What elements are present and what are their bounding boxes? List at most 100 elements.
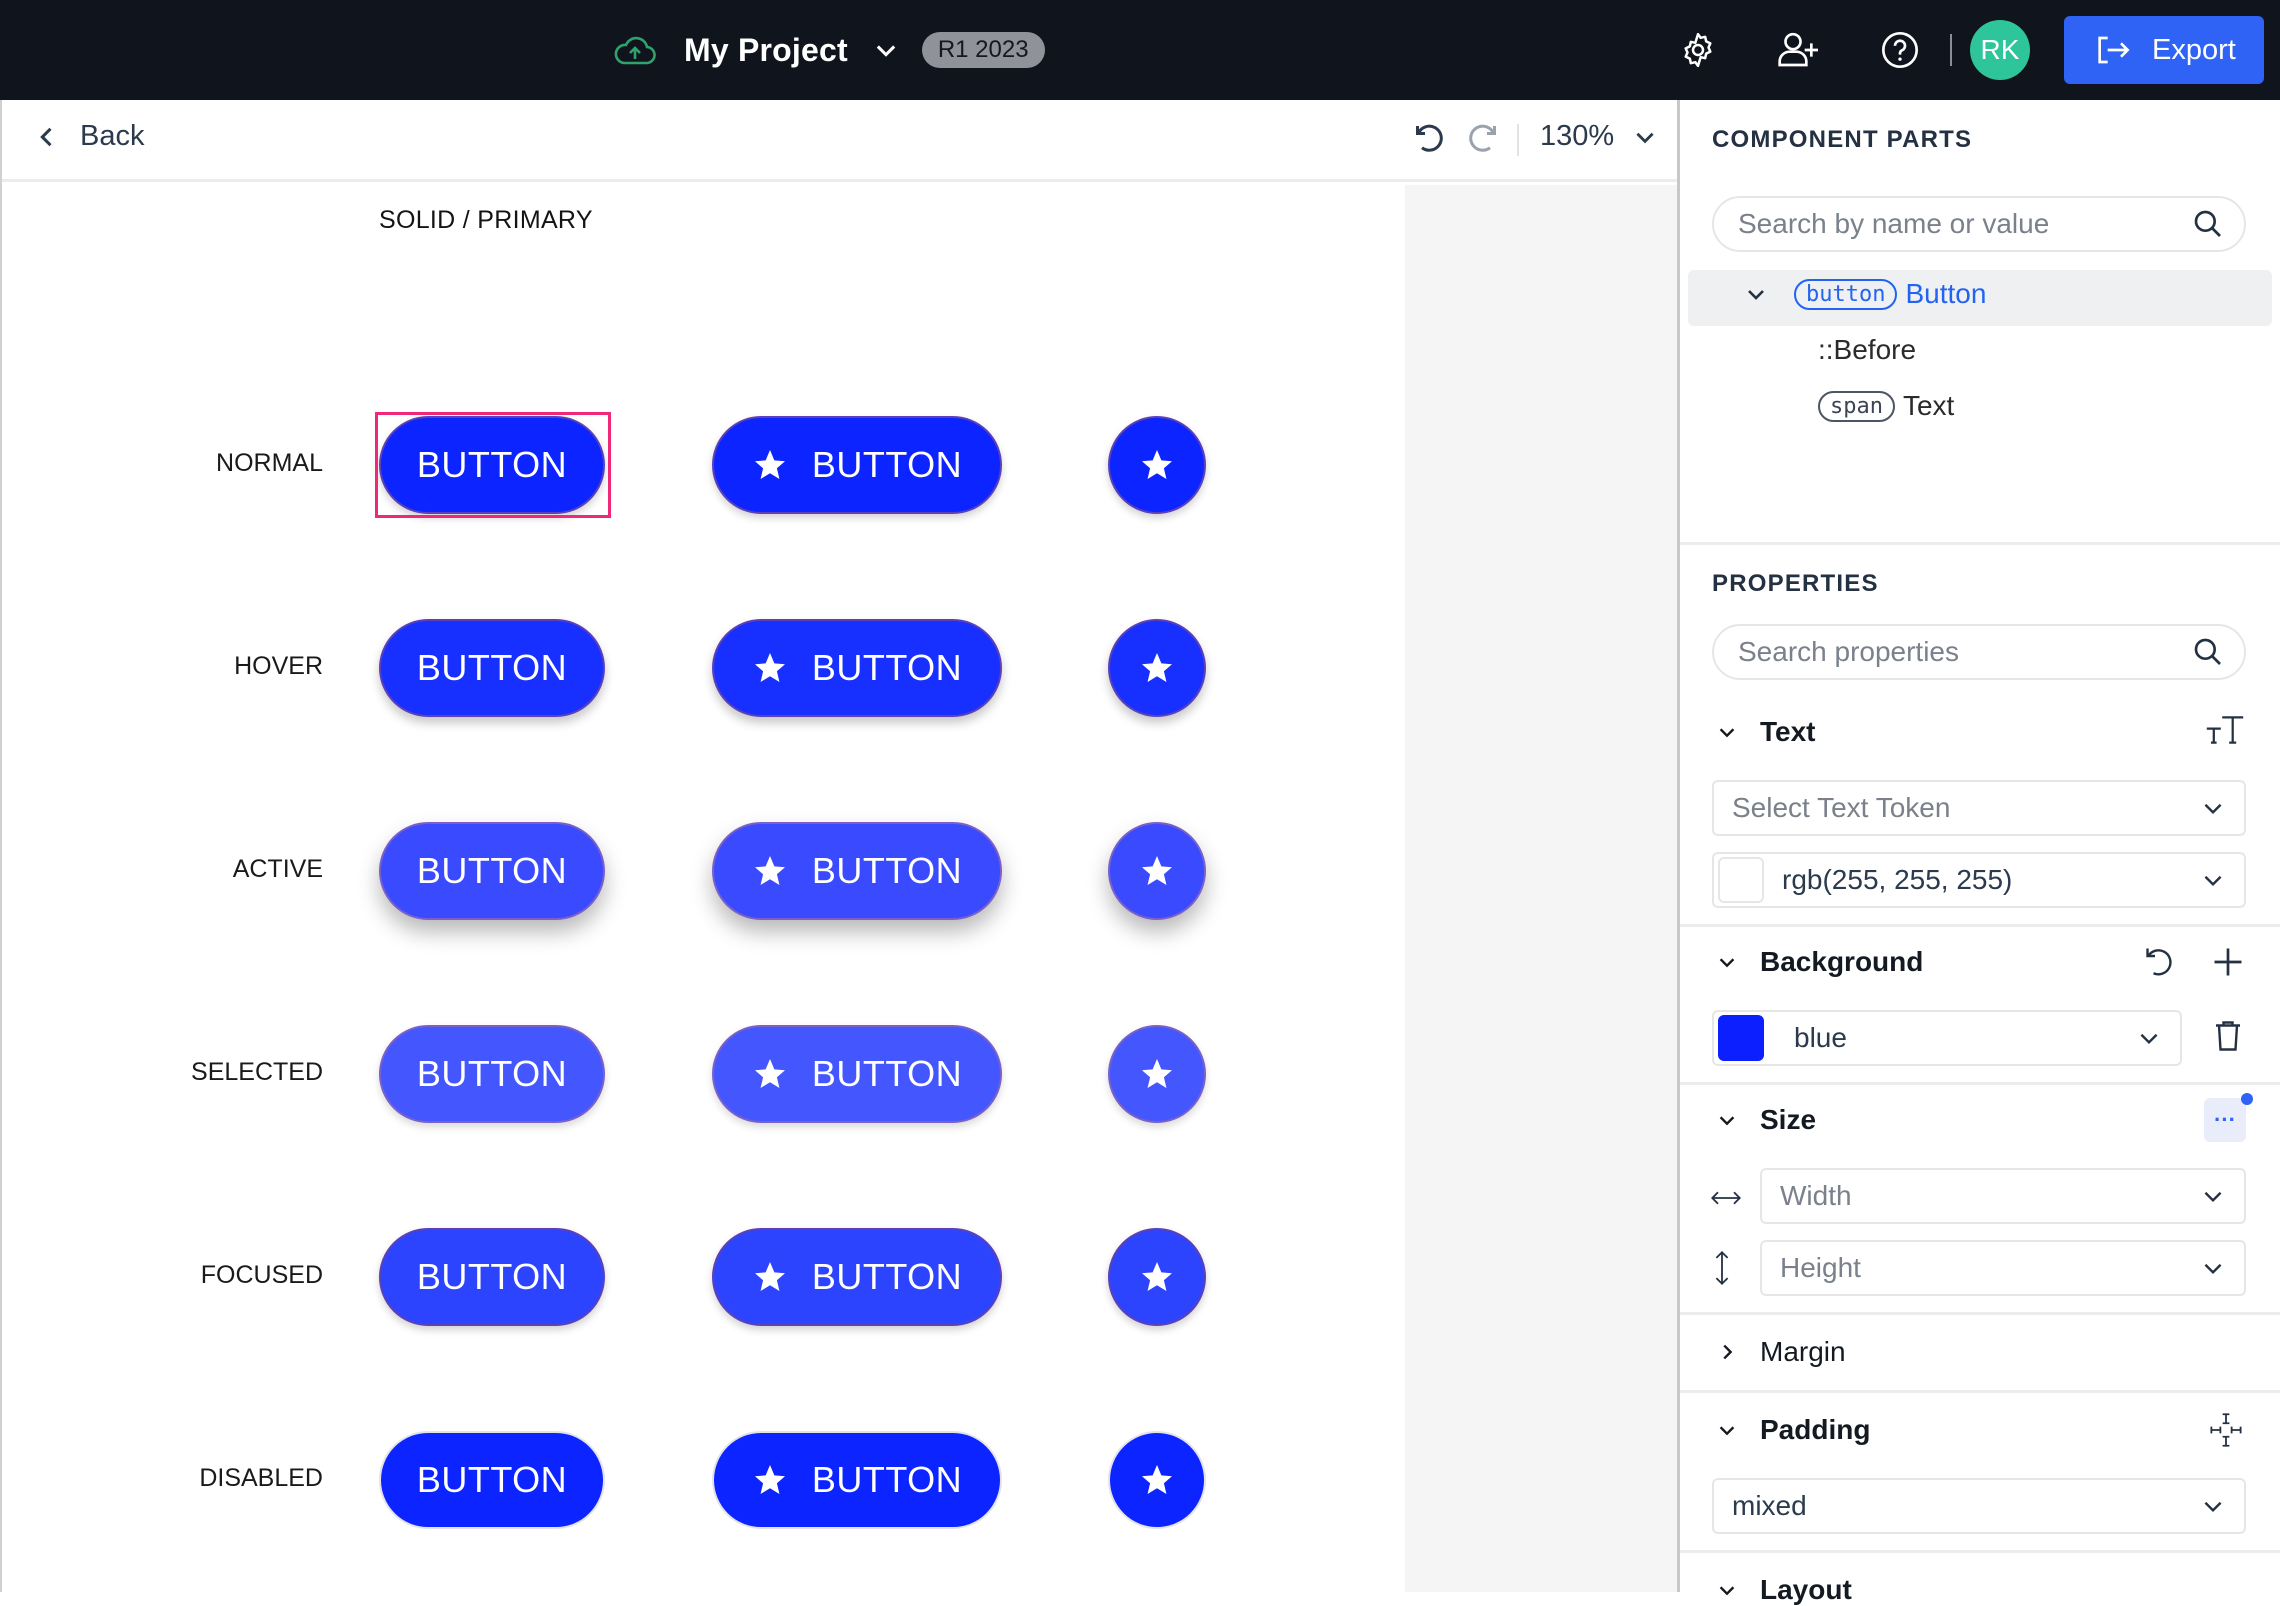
layout-section-toggle[interactable]: Layout xyxy=(1716,1574,1852,1606)
state-label-hover: HOVER xyxy=(234,652,323,680)
padding-section-toggle[interactable]: Padding xyxy=(1716,1414,1870,1446)
height-placeholder: Height xyxy=(1780,1252,1861,1283)
background-section-label: Background xyxy=(1760,946,1924,977)
preview-button-icon-text-disabled[interactable]: BUTTON xyxy=(712,1431,1002,1529)
height-select[interactable]: Height xyxy=(1760,1240,2246,1296)
text-size-icon[interactable] xyxy=(2204,712,2246,748)
preview-button-icon-normal[interactable] xyxy=(1108,416,1206,514)
preview-button-text-focused[interactable]: BUTTON xyxy=(379,1228,605,1326)
trash-icon[interactable] xyxy=(2210,1018,2246,1054)
preview-button-text-selected[interactable]: BUTTON xyxy=(379,1025,605,1123)
chevron-right-icon xyxy=(1723,1344,1733,1360)
button-label: BUTTON xyxy=(416,647,568,688)
button-label: BUTTON xyxy=(416,850,568,891)
section-title: SOLID / PRIMARY xyxy=(379,206,593,234)
preview-button-icon-text-active[interactable]: BUTTON xyxy=(712,822,1002,920)
chevron-down-icon xyxy=(2204,875,2222,887)
text-section-toggle[interactable]: Text xyxy=(1716,716,1816,748)
reset-icon[interactable] xyxy=(2140,944,2176,980)
zoom-level: 130% xyxy=(1540,120,1615,152)
tree-item-button[interactable]: button Button xyxy=(1744,278,1986,310)
star-icon xyxy=(1139,650,1175,686)
padding-value: mixed xyxy=(1732,1490,1807,1521)
state-label-selected: SELECTED xyxy=(191,1058,323,1086)
search-icon[interactable] xyxy=(2192,208,2224,240)
preview-button-text-hover[interactable]: BUTTON xyxy=(379,619,605,717)
chevron-down-icon[interactable] xyxy=(872,36,900,64)
add-user-icon[interactable] xyxy=(1776,30,1820,70)
release-badge: R1 2023 xyxy=(921,32,1045,68)
inspector-panel: COMPONENT PARTS Search by name or value … xyxy=(1680,100,2280,1605)
star-icon xyxy=(1139,853,1175,889)
state-label-active: ACTIVE xyxy=(232,855,323,883)
preview-button-icon-active[interactable] xyxy=(1108,822,1206,920)
star-icon xyxy=(1139,447,1175,483)
tree-item-label: Text xyxy=(1902,390,1955,421)
export-button[interactable]: Export xyxy=(2064,16,2264,84)
preview-button-icon-text-hover[interactable]: BUTTON xyxy=(712,619,1002,717)
preview-button-text-active[interactable]: BUTTON xyxy=(379,822,605,920)
project-selector[interactable]: My Project R1 2023 xyxy=(614,0,1045,100)
undo-icon[interactable] xyxy=(1410,120,1446,156)
chevron-down-icon xyxy=(1636,132,1654,143)
avatar[interactable]: RK xyxy=(1970,20,2030,80)
preview-button-icon-selected[interactable] xyxy=(1108,1025,1206,1123)
section-divider xyxy=(1680,1390,2280,1393)
parts-search-placeholder: Search by name or value xyxy=(1738,208,2050,239)
text-color-select[interactable]: rgb(255, 255, 255) xyxy=(1712,852,2246,908)
width-select[interactable]: Width xyxy=(1760,1168,2246,1224)
chevron-down-icon[interactable] xyxy=(1744,282,1768,306)
chevron-down-icon xyxy=(2204,1191,2222,1203)
back-button[interactable]: Back xyxy=(36,120,144,153)
toolbar-divider xyxy=(1517,124,1519,156)
preview-button-icon-text-focused[interactable]: BUTTON xyxy=(712,1228,1002,1326)
preview-button-icon-hover[interactable] xyxy=(1108,619,1206,717)
tree-item-text[interactable]: span Text xyxy=(1818,390,1954,422)
star-icon xyxy=(752,447,788,483)
parts-search-input[interactable]: Search by name or value xyxy=(1712,196,2246,252)
canvas-panel: Back 130% SOLID / PRIMARY NORMAL BUTTON BU… xyxy=(0,100,1680,1592)
help-icon[interactable] xyxy=(1880,30,1920,70)
state-label-focused: FOCUSED xyxy=(200,1261,323,1289)
tree-item-before[interactable]: ::Before xyxy=(1818,334,1916,366)
export-icon xyxy=(2098,36,2130,64)
chevron-down-icon xyxy=(1719,1586,1735,1596)
redo-icon[interactable] xyxy=(1466,120,1502,156)
add-icon[interactable] xyxy=(2210,944,2246,980)
button-label: BUTTON xyxy=(811,1053,963,1094)
cloud-upload-icon xyxy=(614,36,656,65)
background-section-toggle[interactable]: Background xyxy=(1716,946,1923,978)
preview-button-icon-disabled[interactable] xyxy=(1108,1431,1206,1529)
section-divider xyxy=(1680,1550,2280,1553)
star-icon xyxy=(1139,1462,1175,1498)
element-tag: button xyxy=(1794,278,1898,310)
chevron-left-icon xyxy=(40,127,52,146)
text-token-select[interactable]: Select Text Token xyxy=(1712,780,2246,836)
zoom-selector[interactable]: 130% xyxy=(1540,120,1658,153)
project-name[interactable]: My Project xyxy=(684,32,848,69)
color-swatch[interactable] xyxy=(1718,857,1764,903)
properties-search-input[interactable]: Search properties xyxy=(1712,624,2246,680)
padding-select[interactable]: mixed xyxy=(1712,1478,2246,1534)
chevron-down-icon xyxy=(2204,803,2222,815)
chevron-down-icon xyxy=(1719,728,1735,738)
color-swatch[interactable] xyxy=(1718,1015,1764,1061)
star-icon xyxy=(752,1462,788,1498)
search-icon[interactable] xyxy=(2192,636,2224,668)
background-color-select[interactable]: blue xyxy=(1712,1010,2182,1066)
preview-button-icon-focused[interactable] xyxy=(1108,1228,1206,1326)
padding-sides-icon[interactable] xyxy=(2208,1412,2244,1448)
text-section-label: Text xyxy=(1760,716,1816,747)
button-label: BUTTON xyxy=(416,1459,568,1500)
preview-button-icon-text-normal[interactable]: BUTTON xyxy=(712,416,1002,514)
button-label: BUTTON xyxy=(416,1053,568,1094)
margin-section-toggle[interactable]: Margin xyxy=(1716,1336,1846,1368)
star-icon xyxy=(752,1259,788,1295)
more-options-button[interactable]: ··· xyxy=(2204,1098,2246,1142)
preview-button-text-disabled[interactable]: BUTTON xyxy=(379,1431,605,1529)
size-section-toggle[interactable]: Size xyxy=(1716,1104,1816,1136)
preview-button-icon-text-selected[interactable]: BUTTON xyxy=(712,1025,1002,1123)
element-tag: span xyxy=(1818,390,1895,422)
gear-icon[interactable] xyxy=(1678,30,1718,70)
section-divider xyxy=(1680,924,2280,927)
